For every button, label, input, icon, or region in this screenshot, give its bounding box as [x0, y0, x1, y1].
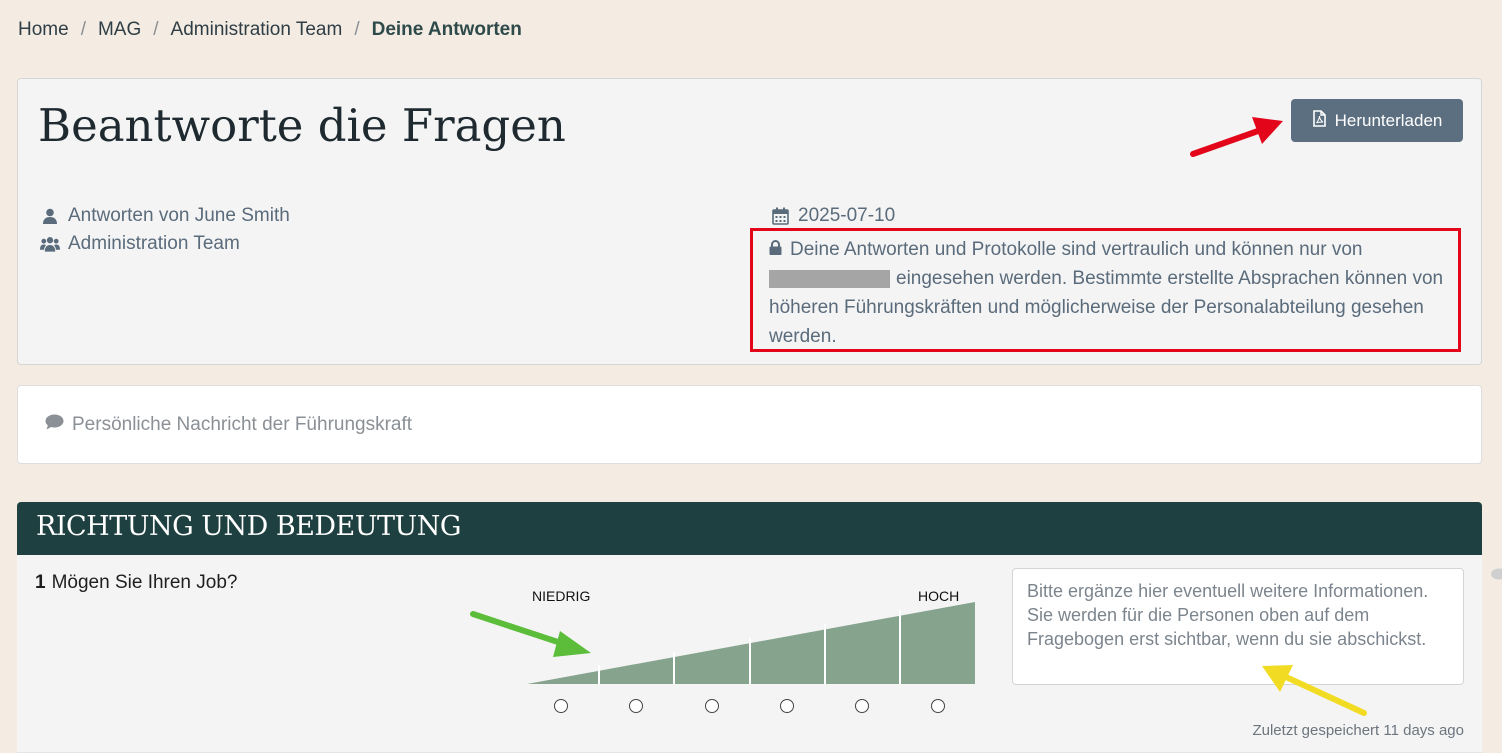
breadcrumb: Home / MAG / Administration Team / Deine… — [18, 19, 522, 41]
team-text: Administration Team — [68, 233, 240, 254]
rating-option-1[interactable] — [554, 699, 568, 713]
download-button[interactable]: Herunterladen — [1291, 99, 1463, 142]
user-icon — [40, 208, 60, 224]
header-card: Beantworte die Fragen Herunterladen Antw… — [17, 78, 1482, 365]
download-label: Herunterladen — [1334, 110, 1443, 130]
privacy-notice-highlight: Deine Antworten und Protokolle sind vert… — [750, 228, 1461, 352]
privacy-text-line1: Deine Antworten und Protokolle sind vert… — [790, 239, 1363, 260]
saved-status: Zuletzt gespeichert 11 days ago — [1252, 722, 1464, 739]
page-title: Beantworte die Fragen — [38, 99, 566, 152]
section-header: RICHTUNG UND BEDEUTUNG — [17, 502, 1482, 555]
answers-by: Antworten von June Smith — [40, 205, 290, 227]
manager-message-card[interactable]: Persönliche Nachricht der Führungskraft — [17, 385, 1482, 464]
rating-option-6[interactable] — [931, 699, 945, 713]
manager-message-label: Persönliche Nachricht der Führungskraft — [72, 414, 413, 435]
answers-by-text: Antworten von June Smith — [68, 205, 290, 226]
users-group-icon — [40, 236, 60, 252]
calendar-icon — [770, 207, 790, 225]
breadcrumb-separator: / — [80, 19, 86, 40]
speech-bubble-icon — [1490, 568, 1502, 584]
manager-message: Persönliche Nachricht der Führungskraft — [45, 414, 412, 436]
rating-scale-graphic — [527, 602, 975, 684]
rating-option-3[interactable] — [705, 699, 719, 713]
team-info: Administration Team — [40, 233, 240, 255]
breadcrumb-home[interactable]: Home — [18, 19, 69, 41]
additional-info-textarea[interactable] — [1012, 568, 1464, 685]
rating-option-4[interactable] — [780, 699, 794, 713]
breadcrumb-separator: / — [153, 19, 159, 40]
privacy-notice: Deine Antworten und Protokolle sind vert… — [769, 235, 1449, 351]
breadcrumb-mag[interactable]: MAG — [98, 19, 141, 41]
breadcrumb-separator: / — [354, 19, 360, 40]
question-row: 1Mögen Sie Ihren Job? NIEDRIG HOCH Zulet… — [17, 555, 1482, 753]
pdf-file-icon — [1312, 109, 1327, 132]
rating-option-2[interactable] — [629, 699, 643, 713]
breadcrumb-current: Deine Antworten — [371, 19, 522, 40]
rating-option-5[interactable] — [855, 699, 869, 713]
date-info: 2025-07-10 — [770, 205, 895, 227]
lock-icon — [769, 235, 782, 264]
breadcrumb-team[interactable]: Administration Team — [171, 19, 343, 41]
section-title: RICHTUNG UND BEDEUTUNG — [36, 511, 461, 542]
redacted-block — [769, 269, 890, 288]
date-text: 2025-07-10 — [798, 205, 896, 226]
speech-bubble-icon — [45, 414, 64, 436]
